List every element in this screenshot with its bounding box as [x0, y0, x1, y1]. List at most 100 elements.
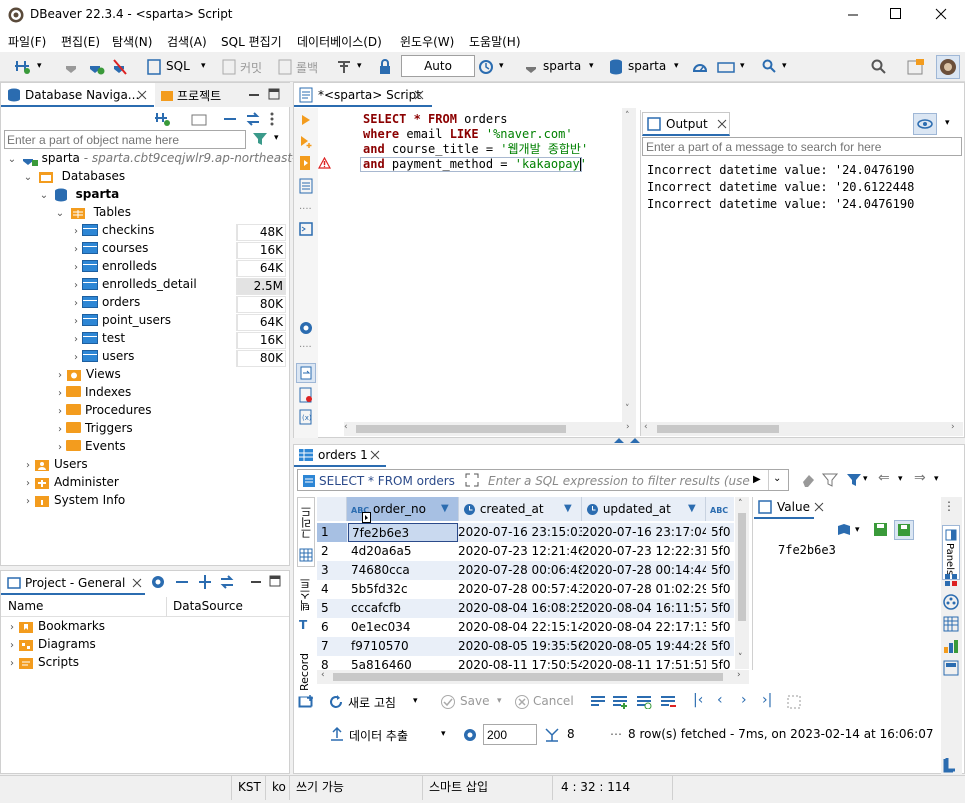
cell-next-column[interactable]: 5f0	[711, 523, 734, 542]
transaction-mode-icon[interactable]	[336, 59, 352, 75]
last-page-icon[interactable]: ›|	[762, 692, 772, 708]
settings-gear-icon[interactable]	[298, 320, 314, 336]
add-row-icon[interactable]	[612, 695, 628, 709]
tree-triggers[interactable]: › Triggers	[54, 421, 133, 439]
configure-icon[interactable]	[150, 574, 166, 590]
maximize-button[interactable]	[890, 8, 902, 20]
code-line[interactable]: and course_title = '웹개발 종합반'	[363, 142, 588, 157]
tree-table-test[interactable]: › test	[70, 331, 125, 349]
commit-button[interactable]: 커밋	[240, 59, 262, 76]
fetch-size-input[interactable]	[483, 724, 537, 745]
scroll-down-icon[interactable]: ˅	[738, 653, 743, 663]
collapsed-icon[interactable]: ›	[6, 658, 18, 669]
row-count-icon[interactable]	[544, 727, 560, 743]
copy-row-icon[interactable]	[636, 695, 652, 709]
palette-icon[interactable]	[943, 594, 959, 610]
collapsed-icon[interactable]: ›	[70, 226, 82, 237]
collapsed-icon[interactable]: ›	[54, 388, 66, 399]
save-check-icon[interactable]	[440, 694, 456, 710]
cell-created-at[interactable]: 2020-07-28 00:57:43	[458, 580, 582, 599]
panels-menu-icon[interactable]: ⋮	[943, 499, 955, 513]
collapsed-icon[interactable]: ›	[6, 622, 18, 633]
cell-next-column[interactable]: 5f0	[711, 599, 734, 618]
export-data-icon[interactable]	[330, 726, 344, 742]
cell-next-column[interactable]: 5f0	[711, 580, 734, 599]
tree-table-checkins[interactable]: › checkins	[70, 223, 154, 241]
search-dropdown[interactable]: ▾	[782, 61, 787, 71]
cell-created-at[interactable]: 2020-07-28 00:06:48	[458, 561, 582, 580]
collapsed-icon[interactable]: ›	[70, 334, 82, 345]
splitter-up-icon[interactable]	[612, 437, 642, 443]
sql-editor-icon[interactable]	[147, 59, 161, 75]
menu-help[interactable]: 도움말(H)	[469, 33, 521, 50]
cell-updated-at[interactable]: 2020-07-23 12:22:31	[582, 542, 706, 561]
calculator-icon[interactable]	[943, 572, 959, 588]
collapsed-icon[interactable]: ›	[70, 244, 82, 255]
tree-events[interactable]: › Events	[54, 439, 126, 457]
minimize-button[interactable]	[847, 6, 859, 22]
collapsed-icon[interactable]: ›	[22, 496, 34, 507]
previous-page-icon[interactable]: ‹	[717, 692, 723, 708]
history-dropdown[interactable]: ▾	[499, 61, 504, 71]
cell-order-no[interactable]: 5b5fd32c	[348, 580, 458, 599]
close-tab-icon[interactable]	[414, 88, 424, 100]
datasource-dropdown[interactable]: ▾	[589, 61, 594, 71]
commit-icon[interactable]	[222, 59, 236, 75]
tree-databases[interactable]: ⌄ Databases	[22, 169, 125, 187]
cell-created-at[interactable]: 2020-07-23 12:21:46	[458, 542, 582, 561]
collapsed-icon[interactable]: ›	[22, 478, 34, 489]
tree-procedures[interactable]: › Procedures	[54, 403, 152, 421]
cell-updated-at[interactable]: 2020-07-16 23:17:04	[582, 523, 706, 542]
cell-order-no[interactable]: 0e1ec034	[348, 618, 458, 637]
menu-database[interactable]: 데이터베이스(D)	[297, 33, 382, 50]
refresh-icon[interactable]	[328, 694, 344, 710]
close-tab-icon[interactable]	[132, 576, 142, 588]
col-datasource[interactable]: DataSource	[173, 599, 243, 613]
table-row[interactable]: 1 7fe2b6e3 2020-07-16 23:15:03 2020-07-16 2…	[317, 523, 734, 542]
cell-order-no[interactable]: 4d20a6a5	[348, 542, 458, 561]
content-viewer-icon[interactable]	[837, 523, 851, 537]
table-row[interactable]: 4 5b5fd32c 2020-07-28 00:57:43 2020-07-28 0…	[317, 580, 734, 599]
next-page-icon[interactable]: ›	[741, 692, 747, 708]
editor-horizontal-scrollbar[interactable]: ‹ ›	[344, 422, 636, 436]
menu-file[interactable]: 파일(F)	[8, 33, 46, 50]
output-horizontal-scrollbar[interactable]: ‹ ›	[641, 422, 963, 436]
fetch-settings-icon[interactable]	[462, 727, 478, 743]
tree-administer[interactable]: › Administer	[22, 475, 119, 493]
scrollbar-thumb[interactable]	[657, 425, 779, 433]
tree-views[interactable]: › Views	[54, 367, 121, 385]
close-tab-icon[interactable]	[137, 88, 147, 100]
col-header-created-at[interactable]: created_at ▼	[459, 497, 582, 521]
scroll-left-icon[interactable]: ‹	[644, 422, 648, 432]
collapsed-icon[interactable]: ›	[54, 442, 66, 453]
warning-icon[interactable]	[318, 157, 331, 169]
new-connection-dropdown[interactable]: ▾	[37, 61, 42, 71]
invalidate-icon[interactable]	[112, 58, 128, 76]
cell-updated-at[interactable]: 2020-07-28 01:02:29	[582, 580, 706, 599]
current-query-text[interactable]: SELECT * FROM orders wh	[319, 474, 459, 488]
scroll-up-icon[interactable]: ˄	[625, 111, 630, 121]
add-row-icon[interactable]	[298, 694, 314, 710]
expand-icon[interactable]	[198, 574, 212, 590]
project-item-bookmarks[interactable]: › Bookmarks	[6, 619, 105, 637]
output-search-input[interactable]	[642, 137, 962, 156]
sql-dropdown[interactable]: ▾	[201, 61, 206, 71]
col-name[interactable]: Name	[8, 599, 43, 613]
cell-created-at[interactable]: 2020-07-16 23:15:03	[458, 523, 582, 542]
metadata-icon[interactable]	[943, 616, 959, 632]
viewer-dropdown[interactable]: ▾	[855, 525, 860, 535]
fetch-all-icon[interactable]	[786, 694, 802, 710]
schema-icon[interactable]	[609, 58, 623, 76]
lock-icon[interactable]	[378, 59, 392, 75]
export-script-icon[interactable]	[299, 387, 313, 403]
cell-created-at[interactable]: 2020-08-05 19:35:56	[458, 637, 582, 656]
collapse-icon[interactable]	[175, 578, 189, 586]
close-tab-icon[interactable]	[717, 117, 727, 129]
collapsed-icon[interactable]: ›	[22, 460, 34, 471]
collapsed-icon[interactable]: ›	[54, 370, 66, 381]
auto-apply-icon[interactable]	[894, 520, 914, 540]
project-item-scripts[interactable]: › Scripts	[6, 655, 79, 673]
scroll-right-icon[interactable]: ›	[737, 670, 741, 680]
sql-button[interactable]: SQL	[166, 59, 190, 73]
close-tab-icon[interactable]	[370, 448, 380, 460]
